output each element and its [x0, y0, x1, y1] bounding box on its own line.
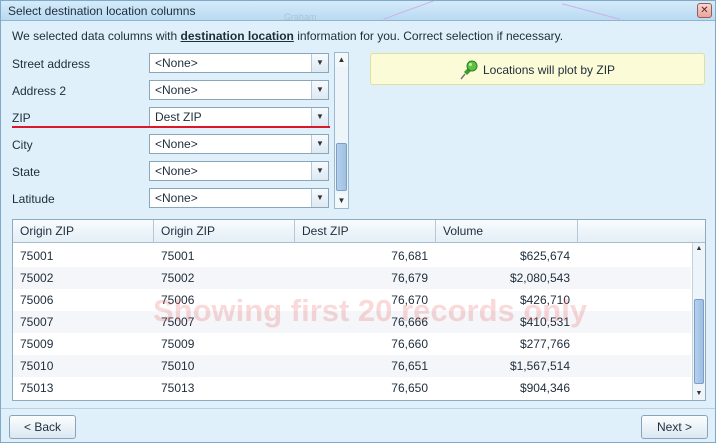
table-cell: 75009: [161, 337, 195, 351]
state-select[interactable]: <None> ▼: [149, 161, 329, 181]
back-button[interactable]: < Back: [9, 415, 76, 439]
grid-scrollbar[interactable]: ▲ ▼: [692, 243, 705, 400]
table-cell: $410,531: [519, 315, 570, 329]
chevron-down-icon: ▼: [311, 162, 328, 180]
column-header-origin-zip[interactable]: Origin ZIP: [13, 220, 154, 243]
table-cell: 75010: [161, 359, 195, 373]
latitude-select[interactable]: <None> ▼: [149, 188, 329, 208]
table-cell: 75001: [20, 249, 54, 263]
address-2-label: Address 2: [12, 84, 67, 98]
table-cell: 76,679: [391, 271, 428, 285]
table-cell: $904,346: [519, 381, 570, 395]
street-address-select[interactable]: <None> ▼: [149, 53, 329, 73]
table-cell: 75001: [161, 249, 195, 263]
table-cell: 76,650: [391, 381, 428, 395]
address-2-select[interactable]: <None> ▼: [149, 80, 329, 100]
column-header-volume[interactable]: Volume: [436, 220, 578, 243]
pushpin-icon: [459, 60, 479, 83]
table-cell: $2,080,543: [509, 271, 570, 285]
table-row[interactable]: 75013 75013 76,650 $904,346: [13, 377, 691, 399]
table-cell: 75006: [161, 293, 195, 307]
intro-emphasis: destination location: [180, 29, 294, 43]
scroll-up-icon[interactable]: ▲: [335, 53, 348, 67]
table-row[interactable]: 75010 75010 76,651 $1,567,514: [13, 355, 691, 377]
table-row[interactable]: 75006 75006 76,670 $426,710: [13, 289, 691, 311]
address-2-value: <None>: [155, 83, 198, 97]
table-row[interactable]: 75001 75001 76,681 $625,674: [13, 245, 691, 267]
city-select[interactable]: <None> ▼: [149, 134, 329, 154]
titlebar: Graham Select destination location colum…: [1, 1, 715, 21]
latitude-value: <None>: [155, 191, 198, 205]
chevron-down-icon: ▼: [311, 81, 328, 99]
table-cell: 76,670: [391, 293, 428, 307]
fields-scrollbar[interactable]: ▲ ▼: [334, 52, 349, 209]
plot-info-text: Locations will plot by ZIP: [483, 63, 616, 77]
table-cell: 75007: [161, 315, 195, 329]
table-cell: 76,660: [391, 337, 428, 351]
grid-scrollbar-thumb[interactable]: [694, 299, 704, 384]
table-cell: 76,681: [391, 249, 428, 263]
table-cell: $1,567,514: [509, 359, 570, 373]
state-value: <None>: [155, 164, 198, 178]
fields-scrollbar-thumb[interactable]: [336, 143, 347, 191]
dialog-title: Select destination location columns: [8, 4, 196, 18]
chevron-down-icon: ▼: [311, 189, 328, 207]
footer-divider: [1, 408, 715, 409]
table-cell: 75013: [20, 381, 54, 395]
table-row[interactable]: 75007 75007 76,666 $410,531: [13, 311, 691, 333]
intro-text: We selected data columns with destinatio…: [12, 29, 563, 43]
table-cell: $277,766: [519, 337, 570, 351]
scroll-up-icon[interactable]: ▲: [693, 243, 705, 255]
plot-info-box: Locations will plot by ZIP: [370, 53, 705, 85]
close-button[interactable]: ✕: [697, 3, 712, 18]
zip-value: Dest ZIP: [155, 110, 202, 124]
column-header-origin-zip-2[interactable]: Origin ZIP: [154, 220, 295, 243]
zip-highlight-underline: [12, 126, 330, 128]
table-cell: 75007: [20, 315, 54, 329]
street-address-value: <None>: [155, 56, 198, 70]
scroll-down-icon[interactable]: ▼: [335, 194, 348, 208]
table-cell: 75013: [161, 381, 195, 395]
chevron-down-icon: ▼: [311, 54, 328, 72]
chevron-down-icon: ▼: [311, 135, 328, 153]
intro-suffix: information for you. Correct selection i…: [293, 29, 564, 43]
table-cell: 75009: [20, 337, 54, 351]
state-label: State: [12, 165, 41, 179]
select-destination-dialog: Graham Select destination location colum…: [0, 0, 716, 443]
table-cell: 76,651: [391, 359, 428, 373]
intro-prefix: We selected data columns with: [12, 29, 181, 43]
next-button[interactable]: Next >: [641, 415, 708, 439]
close-icon: ✕: [700, 5, 709, 16]
table-cell: $625,674: [519, 249, 570, 263]
grid-header: Origin ZIP Origin ZIP Dest ZIP Volume: [13, 220, 705, 243]
map-place-label: Graham: [284, 12, 317, 21]
column-header-dest-zip[interactable]: Dest ZIP: [295, 220, 436, 243]
table-cell: 75002: [161, 271, 195, 285]
table-cell: 76,666: [391, 315, 428, 329]
scroll-down-icon[interactable]: ▼: [693, 388, 705, 400]
map-road-line: [383, 1, 459, 20]
city-value: <None>: [155, 137, 198, 151]
data-preview-grid: Origin ZIP Origin ZIP Dest ZIP Volume 75…: [12, 219, 706, 401]
zip-label: ZIP: [12, 111, 31, 125]
city-label: City: [12, 138, 33, 152]
table-row[interactable]: 75009 75009 76,660 $277,766: [13, 333, 691, 355]
latitude-label: Latitude: [12, 192, 55, 206]
table-row[interactable]: 75002 75002 76,679 $2,080,543: [13, 267, 691, 289]
table-cell: 75002: [20, 271, 54, 285]
zip-select[interactable]: Dest ZIP ▼: [149, 107, 329, 127]
table-cell: $426,710: [519, 293, 570, 307]
street-address-label: Street address: [12, 57, 91, 71]
table-cell: 75010: [20, 359, 54, 373]
map-road-line: [561, 3, 621, 20]
table-cell: 75006: [20, 293, 54, 307]
chevron-down-icon: ▼: [311, 108, 328, 126]
